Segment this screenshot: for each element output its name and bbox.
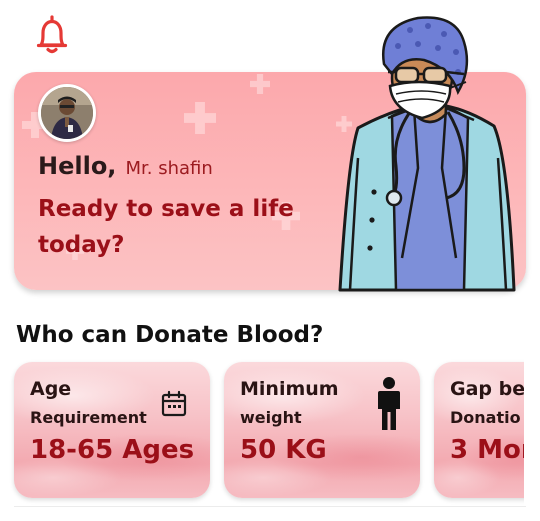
person-icon [378, 377, 400, 430]
plus-icon [250, 74, 270, 94]
card-title: Age [30, 378, 72, 400]
avatar[interactable] [38, 84, 96, 142]
card-title: Minimum [240, 378, 339, 400]
card-title: Gap be [450, 378, 526, 400]
greeting-hello: Hello, [38, 152, 117, 180]
card-value: 3 Mor [450, 435, 534, 465]
section-title: Who can Donate Blood? [16, 322, 324, 348]
tagline: Ready to save a life today? [38, 196, 294, 258]
home-screen: Hello, Mr. shafin Ready to save a life t… [0, 0, 540, 521]
card-subtitle: weight [240, 408, 302, 427]
minimum-weight-card[interactable]: Minimum weight 50 KG [224, 362, 420, 498]
bell-icon[interactable] [34, 14, 70, 56]
divider [14, 506, 526, 507]
doctor-illustration [338, 16, 516, 292]
card-subtitle: Donatio [450, 408, 521, 427]
card-value: 50 KG [240, 435, 327, 465]
age-requirement-card[interactable]: Age Requirement 18-65 Ages [14, 362, 210, 498]
card-subtitle: Requirement [30, 408, 147, 427]
greeting: Hello, Mr. shafin [38, 152, 213, 180]
calendar-icon [161, 390, 187, 417]
user-avatar [41, 87, 93, 139]
card-value: 18-65 Ages [30, 435, 195, 465]
plus-icon [184, 102, 216, 134]
user-name: Mr. shafin [125, 158, 213, 179]
